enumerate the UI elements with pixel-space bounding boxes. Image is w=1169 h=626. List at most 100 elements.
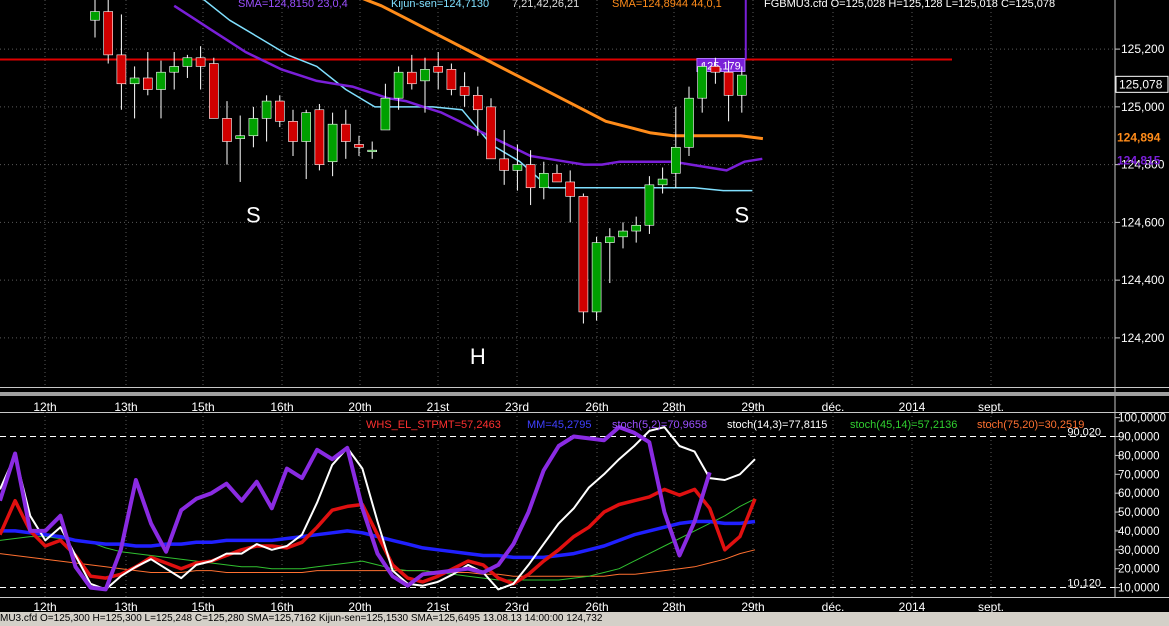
x-tick-label-top: 16th	[270, 400, 293, 414]
price-y-tick-label: 124,200	[1121, 331, 1165, 345]
candle-body	[116, 54, 127, 85]
osc-y-tick-label: 70,0000	[1118, 469, 1160, 481]
candle-body	[288, 120, 298, 142]
pattern-annotation-label: S	[246, 202, 261, 227]
candle-body	[578, 196, 589, 313]
candle-body	[169, 66, 179, 73]
x-tick-label-bottom: 29th	[741, 600, 764, 612]
candle-body	[697, 66, 708, 99]
candle-body	[90, 11, 100, 21]
candle-body	[420, 69, 430, 82]
bottom-info-text: MU3.cfd O=125,300 H=125,300 L=125,248 C=…	[0, 613, 603, 624]
candle-body	[367, 149, 378, 152]
bottom-info-bar: MU3.cfd O=125,300 H=125,300 L=125,248 C=…	[0, 612, 1169, 626]
candle-body	[736, 74, 747, 96]
osc-y-tick-label: 100,0000	[1118, 413, 1166, 425]
candle-body	[684, 97, 694, 148]
price-y-tick-label: 124,600	[1121, 215, 1165, 229]
x-tick-label-top: 26th	[585, 400, 608, 414]
candle-body	[327, 123, 338, 163]
osc-y-tick-label: 40,0000	[1118, 526, 1160, 538]
candle-body	[248, 118, 259, 137]
x-tick-label-bottom: 28th	[662, 600, 685, 612]
candle-body	[406, 71, 417, 85]
x-tick-label-top: 13th	[114, 400, 137, 414]
osc-header-whs: WHS_EL_STPMT=57,2463	[366, 419, 501, 431]
osc-y-tick-label: 60,0000	[1118, 488, 1160, 500]
x-tick-label-bottom: 26th	[585, 600, 608, 612]
osc-y-tick-label: 30,0000	[1118, 545, 1160, 557]
candle-body	[129, 77, 140, 85]
x-tick-label-bottom: 16th	[270, 600, 293, 612]
x-tick-label-bottom: 20th	[348, 600, 371, 612]
x-tick-label-top: déc.	[822, 400, 845, 414]
candle-body	[433, 66, 444, 73]
candle-body	[156, 71, 166, 90]
candle-body	[618, 230, 628, 238]
x-tick-label-top: 29th	[741, 400, 764, 414]
header-kijun: Kijun-sen=124,7130	[391, 0, 489, 10]
x-tick-label-bottom: 21st	[427, 600, 450, 612]
x-tick-label-top: 15th	[191, 400, 214, 414]
candle-body	[723, 71, 734, 96]
candle-body	[525, 164, 536, 189]
pattern-annotation-label: H	[470, 344, 486, 369]
candle-body	[274, 100, 285, 122]
osc-level-label: 10,120	[1067, 578, 1101, 590]
x-tick-label-top: sept.	[978, 400, 1004, 414]
price-y-tick-label: 125,200	[1121, 42, 1165, 56]
candle-body	[644, 184, 655, 226]
candle-body	[314, 109, 325, 165]
candle-body	[301, 112, 312, 142]
osc-header-stoch7520: stoch(75,20)=30,2519	[977, 419, 1084, 431]
osc-series-line	[0, 425, 712, 592]
candle-body	[499, 158, 510, 171]
x-tick-label-top: 21st	[427, 400, 450, 414]
osc-y-tick-label: 80,0000	[1118, 450, 1160, 462]
header-ohlc: FGBMU3.cfd O=125,028 H=125,128 L=125,018…	[764, 0, 1055, 10]
candle-body	[446, 69, 457, 90]
x-tick-label-bottom: 15th	[191, 600, 214, 612]
x-tick-label-bottom: 12th	[33, 600, 56, 612]
x-tick-label-top: 20th	[348, 400, 371, 414]
header-sma-slow: SMA=124,8944 44,0,1	[612, 0, 722, 10]
x-tick-label-top: 23rd	[505, 400, 529, 414]
candle-body	[512, 164, 523, 171]
candle-body	[538, 172, 549, 189]
x-tick-label-bottom: sept.	[978, 600, 1004, 612]
x-tick-label-bottom: 23rd	[505, 600, 529, 612]
candle-body	[209, 63, 219, 119]
candle-body	[552, 172, 562, 183]
candle-body	[631, 224, 642, 232]
osc-y-tick-label: 90,0000	[1118, 432, 1160, 444]
candle-body	[195, 57, 206, 67]
osc-y-tick-label: 50,0000	[1118, 507, 1160, 519]
x-tick-label-top: 12th	[33, 400, 56, 414]
candle-body	[459, 86, 470, 96]
candle-body	[393, 71, 404, 99]
pattern-annotation-label: S	[734, 202, 749, 227]
candle-body	[670, 146, 681, 174]
x-tick-label-bottom: 13th	[114, 600, 137, 612]
header-kijun-params: 7,21,42,26,21	[512, 0, 579, 10]
candle-body	[354, 144, 364, 148]
x-tick-label-bottom: 2014	[899, 600, 926, 612]
candle-body	[657, 178, 668, 186]
osc-y-tick-label: 10,0000	[1118, 583, 1160, 595]
price-y-tick-label: 124,400	[1121, 273, 1165, 287]
x-tick-label-top: 28th	[662, 400, 685, 414]
candle-body	[235, 135, 245, 139]
last-price-badge-label: 125,078	[1119, 77, 1163, 91]
indicator-price-badge: 124,815	[1117, 153, 1161, 167]
osc-header-stoch143: stoch(14,3)=77,8115	[727, 419, 827, 431]
candle-body	[486, 106, 496, 160]
candle-body	[604, 236, 615, 243]
candle-body	[143, 77, 153, 90]
osc-header-stoch52: stoch(5,2)=70,9658	[612, 419, 707, 431]
resistance-price-tag-label: 125,179	[701, 60, 741, 72]
indicator-price-badge: 124,894	[1117, 130, 1161, 144]
x-tick-label-top: 2014	[899, 400, 926, 414]
osc-header-mm: MM=45,2795	[527, 419, 592, 431]
candle-body	[565, 181, 576, 197]
candle-body	[380, 97, 391, 131]
